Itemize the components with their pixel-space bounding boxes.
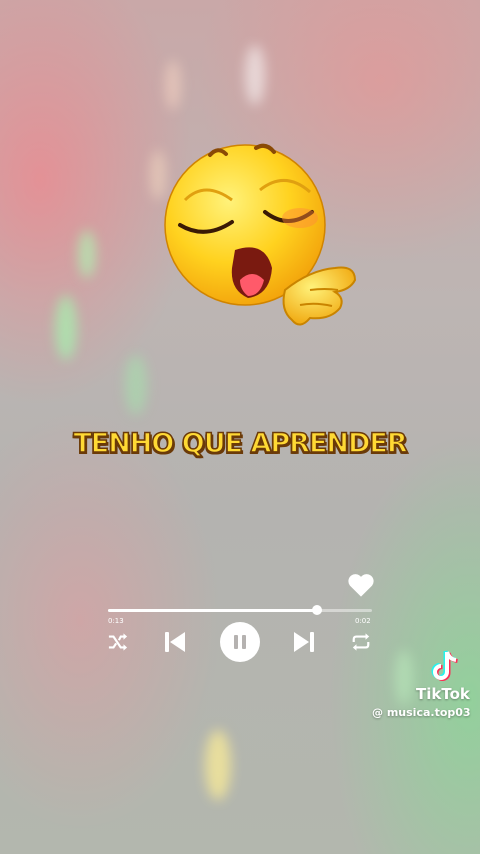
tiktok-logo-icon xyxy=(431,650,458,681)
progress-fill xyxy=(108,609,317,612)
repeat-icon[interactable] xyxy=(350,632,372,652)
previous-icon[interactable] xyxy=(163,630,187,654)
elapsed-time: 0:13 xyxy=(108,617,124,625)
progress-thumb[interactable] xyxy=(311,605,322,615)
progress-bar[interactable] xyxy=(108,605,372,615)
shuffle-icon[interactable] xyxy=(107,632,129,652)
music-player: 0:13 0:02 xyxy=(0,0,480,854)
next-icon[interactable] xyxy=(292,630,316,654)
heart-icon[interactable] xyxy=(347,572,375,598)
creator-handle: @ musica.top03 xyxy=(372,706,471,719)
total-time: 0:02 xyxy=(355,617,371,625)
tiktok-brand: TikTok xyxy=(416,685,470,703)
pause-button[interactable] xyxy=(220,622,260,662)
pause-icon xyxy=(234,635,246,649)
